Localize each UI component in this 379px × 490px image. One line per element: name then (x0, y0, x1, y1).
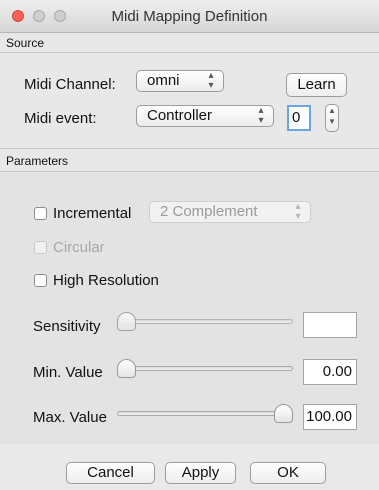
min-value-label: Min. Value (33, 364, 103, 381)
controller-number-stepper[interactable]: ▲ ▼ (325, 104, 339, 132)
midi-event-select[interactable]: Controller ▴ ▾ (136, 105, 274, 127)
circular-option: Circular (34, 239, 105, 256)
source-bottom-divider (0, 148, 379, 149)
sensitivity-slider-thumb[interactable] (117, 312, 136, 331)
high-resolution-label: High Resolution (53, 272, 159, 289)
updown-arrows-icon: ▴ ▾ (295, 201, 301, 222)
incremental-checkbox[interactable] (34, 207, 47, 220)
apply-button[interactable]: Apply (165, 462, 236, 484)
sensitivity-field[interactable] (303, 312, 357, 338)
cancel-button[interactable]: Cancel (66, 462, 155, 484)
source-divider (0, 52, 379, 53)
midi-channel-value: omni (147, 72, 180, 89)
updown-arrows-icon: ▴ ▾ (258, 105, 264, 126)
max-value-slider-thumb[interactable] (274, 404, 293, 423)
min-value-slider-track[interactable] (117, 366, 293, 371)
min-value-field[interactable]: 0.00 (303, 359, 357, 385)
incremental-mode-value: 2 Complement (160, 203, 258, 220)
controller-number-field[interactable]: 0 (287, 105, 311, 131)
max-value-slider-track[interactable] (117, 411, 293, 416)
learn-button[interactable]: Learn (286, 73, 347, 97)
window-title: Midi Mapping Definition (111, 8, 268, 25)
sensitivity-slider-track[interactable] (117, 319, 293, 324)
incremental-mode-select: 2 Complement ▴ ▾ (149, 201, 311, 223)
parameters-section-label: Parameters (6, 154, 69, 168)
updown-arrows-icon: ▴ ▾ (208, 70, 214, 91)
sensitivity-label: Sensitivity (33, 318, 101, 335)
circular-checkbox (34, 241, 47, 254)
min-value-slider-thumb[interactable] (117, 359, 136, 378)
midi-event-label: Midi event: (24, 110, 97, 127)
circular-label: Circular (53, 239, 105, 256)
title-bar: Midi Mapping Definition (0, 0, 379, 33)
incremental-option[interactable]: Incremental (34, 205, 131, 222)
high-resolution-checkbox[interactable] (34, 274, 47, 287)
max-value-field[interactable]: 100.00 (303, 404, 357, 430)
incremental-label: Incremental (53, 205, 132, 222)
midi-channel-label: Midi Channel: (24, 76, 116, 93)
max-value-label: Max. Value (33, 409, 107, 426)
midi-event-value: Controller (147, 107, 213, 124)
midi-channel-select[interactable]: omni ▴ ▾ (136, 70, 224, 92)
ok-button[interactable]: OK (250, 462, 326, 484)
high-resolution-option[interactable]: High Resolution (34, 272, 159, 289)
source-section-label: Source (6, 36, 45, 50)
